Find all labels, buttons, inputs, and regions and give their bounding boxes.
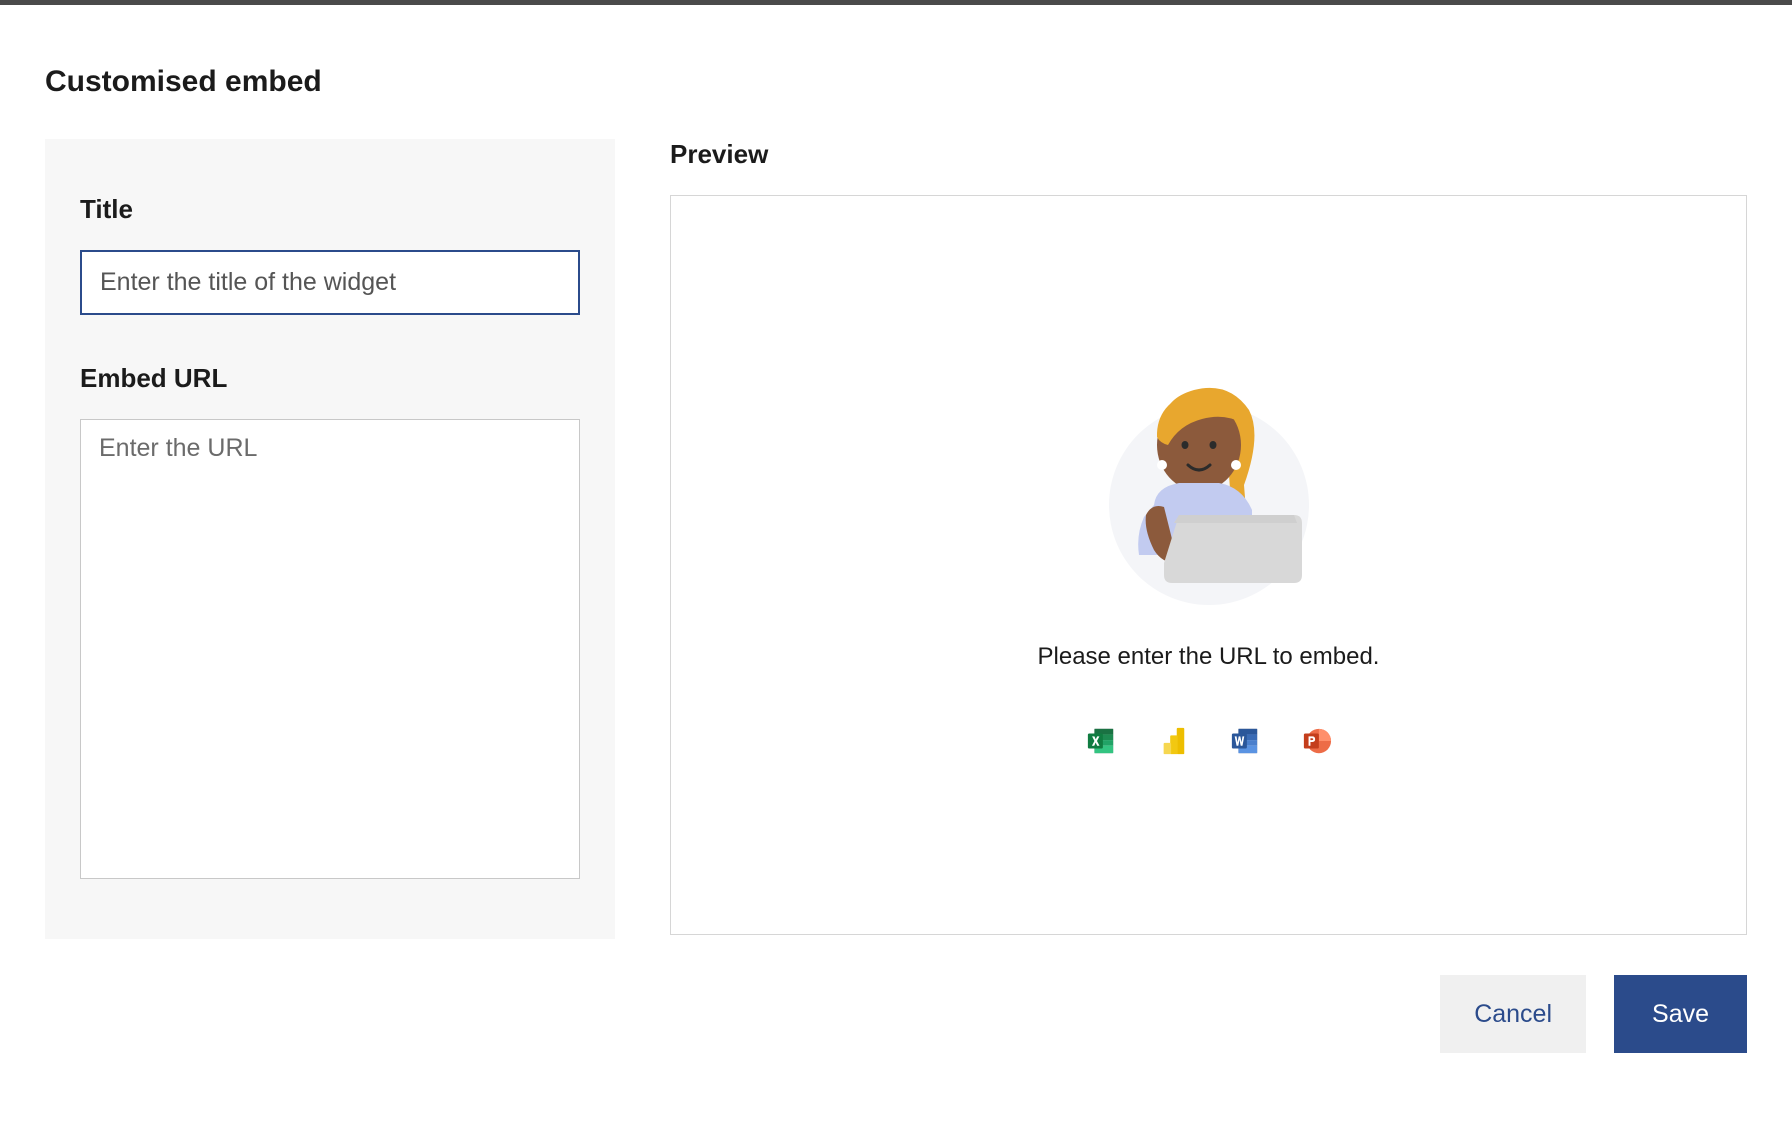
button-row: Cancel Save xyxy=(670,975,1747,1053)
form-panel: Title Embed URL xyxy=(45,139,615,939)
preview-panel: Please enter the URL to embed. xyxy=(670,195,1747,935)
preview-illustration xyxy=(1084,375,1334,605)
preview-message: Please enter the URL to embed. xyxy=(1038,643,1380,671)
powerbi-icon xyxy=(1158,726,1188,756)
embed-url-input[interactable] xyxy=(80,419,580,879)
preview-label: Preview xyxy=(670,139,1747,170)
save-button[interactable]: Save xyxy=(1614,975,1747,1053)
title-label: Title xyxy=(80,194,580,225)
cancel-button[interactable]: Cancel xyxy=(1440,975,1586,1053)
word-icon xyxy=(1230,726,1260,756)
excel-icon xyxy=(1086,726,1116,756)
content-row: Title Embed URL Preview xyxy=(45,139,1747,1053)
title-input[interactable] xyxy=(80,250,580,315)
preview-column: Preview xyxy=(670,139,1747,1053)
embed-url-label: Embed URL xyxy=(80,363,580,394)
app-icons-row xyxy=(1086,726,1332,756)
dialog-container: Customised embed Title Embed URL Preview xyxy=(0,5,1792,1098)
powerpoint-icon xyxy=(1302,726,1332,756)
dialog-title: Customised embed xyxy=(45,65,1747,99)
